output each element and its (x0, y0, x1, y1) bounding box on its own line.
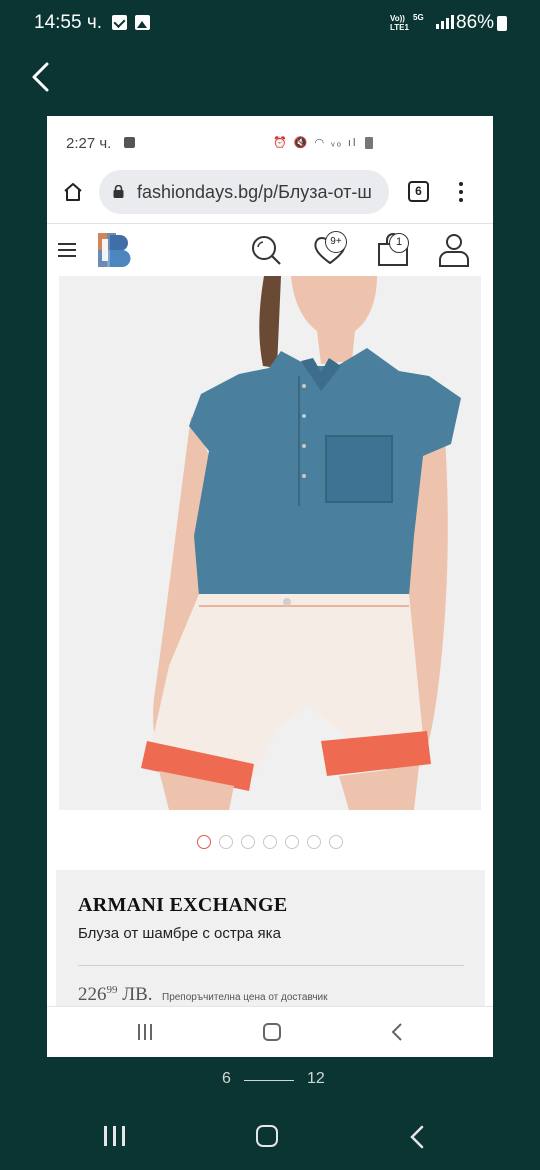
battery-icon (497, 16, 507, 31)
device-status-bar: 14:55 ч. Vo)) LTE1 5G 86% (0, 0, 540, 48)
product-image[interactable] (59, 276, 481, 810)
carousel-dot-3[interactable] (241, 835, 255, 849)
inner-status-time: 2:27 ч. (66, 135, 112, 152)
signal-icon (436, 15, 454, 29)
price-note: Препоръчителна цена от доставчик (162, 992, 328, 1003)
cart-badge: 1 (389, 233, 409, 253)
price-currency: ЛВ. (122, 984, 153, 1005)
fashiondays-logo[interactable] (96, 231, 134, 269)
lock-icon (113, 185, 124, 198)
url-text: fashiondays.bg/p/Блуза-от-ш (137, 182, 372, 202)
browser-toolbar: fashiondays.bg/p/Блуза-от-ш 6 (47, 168, 493, 220)
price-main: 226 (78, 984, 107, 1005)
carousel-dot-2[interactable] (219, 835, 233, 849)
checkbox-notification-icon (112, 15, 127, 30)
inner-status-bar: 2:27 ч. ⏰ 🔇 ◠ ᵥₒ ıl (47, 116, 493, 168)
carousel-dot-1[interactable] (197, 835, 211, 849)
carousel-dot-4[interactable] (263, 835, 277, 849)
carousel-dots (47, 835, 493, 851)
pager-total: 12 (307, 1070, 325, 1087)
battery-percentage: 86% (456, 12, 495, 33)
carousel-dot-5[interactable] (285, 835, 299, 849)
pager-line (244, 1080, 294, 1081)
home-icon[interactable] (63, 182, 83, 202)
volte-icon: Vo)) LTE1 (390, 14, 409, 32)
divider (78, 965, 464, 966)
search-icon[interactable] (250, 234, 282, 266)
site-header: 9+ 1 (47, 223, 493, 273)
hamburger-menu-icon[interactable] (58, 243, 76, 257)
back-arrow-icon[interactable] (28, 60, 58, 94)
recents-icon[interactable] (104, 1126, 125, 1146)
inner-battery-icon (365, 137, 373, 149)
product-title: Блуза от шамбре с остра яка (78, 925, 281, 942)
screenshot-preview: 2:27 ч. ⏰ 🔇 ◠ ᵥₒ ıl fashiondays.bg/p/Блу… (47, 116, 493, 1057)
inner-back-icon[interactable] (390, 1022, 404, 1042)
product-price: 22699 ЛВ. (78, 984, 153, 1006)
address-bar[interactable]: fashiondays.bg/p/Блуза-от-ш (99, 170, 389, 214)
status-time: 14:55 ч. (34, 12, 103, 33)
home-button-icon[interactable] (256, 1125, 278, 1147)
more-menu-icon[interactable] (459, 182, 463, 202)
back-icon[interactable] (408, 1124, 426, 1150)
inner-status-icons: ⏰ 🔇 ◠ ᵥₒ ıl (273, 137, 358, 149)
price-cents: 99 (106, 984, 118, 996)
wishlist-badge: 9+ (325, 231, 347, 253)
inner-home-icon[interactable] (263, 1023, 281, 1041)
account-user-icon[interactable] (438, 232, 470, 268)
carousel-dot-7[interactable] (329, 835, 343, 849)
shopping-bag-icon (124, 137, 135, 148)
network-type-icon: 5G (413, 13, 424, 22)
device-navigation-bar (0, 1110, 540, 1170)
carousel-dot-6[interactable] (307, 835, 321, 849)
inner-navigation-bar (47, 1006, 493, 1057)
tab-switcher-button[interactable]: 6 (408, 181, 429, 202)
gallery-notification-icon (135, 15, 150, 30)
inner-recents-icon[interactable] (138, 1024, 156, 1040)
pager-current: 6 (222, 1070, 231, 1087)
product-brand[interactable]: ARMANI EXCHANGE (78, 894, 288, 917)
gallery-pager: 6 12 (0, 1068, 540, 1090)
